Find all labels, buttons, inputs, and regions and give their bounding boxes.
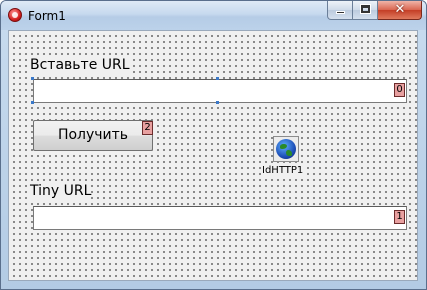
selection-handle[interactable]	[31, 77, 34, 80]
tab-order-badge: 1	[394, 210, 405, 224]
minimize-icon	[336, 11, 345, 14]
form-window: Form1 ✕ Вставьте URL 0 Получить 2 IdHTTP…	[0, 0, 427, 290]
tab-order-badge: 0	[394, 83, 405, 97]
minimize-button[interactable]	[327, 1, 353, 20]
app-icon[interactable]	[8, 8, 22, 22]
get-button[interactable]: Получить	[33, 120, 153, 151]
globe-icon	[276, 139, 296, 159]
selection-handle[interactable]	[31, 101, 34, 104]
tab-order-badge: 2	[142, 121, 153, 135]
title-bar[interactable]: Form1 ✕	[1, 1, 426, 30]
maximize-icon	[360, 4, 371, 14]
tiny-url-input[interactable]	[33, 206, 407, 230]
idhttp-component[interactable]	[273, 136, 299, 162]
tiny-url-label: Tiny URL	[30, 183, 92, 199]
maximize-button[interactable]	[353, 1, 378, 20]
component-label: IdHTTP1	[262, 165, 304, 176]
close-button[interactable]: ✕	[378, 1, 422, 20]
caption-buttons: ✕	[327, 1, 422, 21]
url-label: Вставьте URL	[30, 57, 130, 73]
form-design-surface[interactable]: Вставьте URL 0 Получить 2 IdHTTP1 Tiny U…	[8, 30, 418, 281]
selection-handle[interactable]	[216, 77, 219, 80]
selection-handle[interactable]	[216, 101, 219, 104]
url-input[interactable]	[33, 79, 407, 103]
window-title: Form1	[28, 9, 66, 23]
close-icon: ✕	[394, 2, 406, 17]
